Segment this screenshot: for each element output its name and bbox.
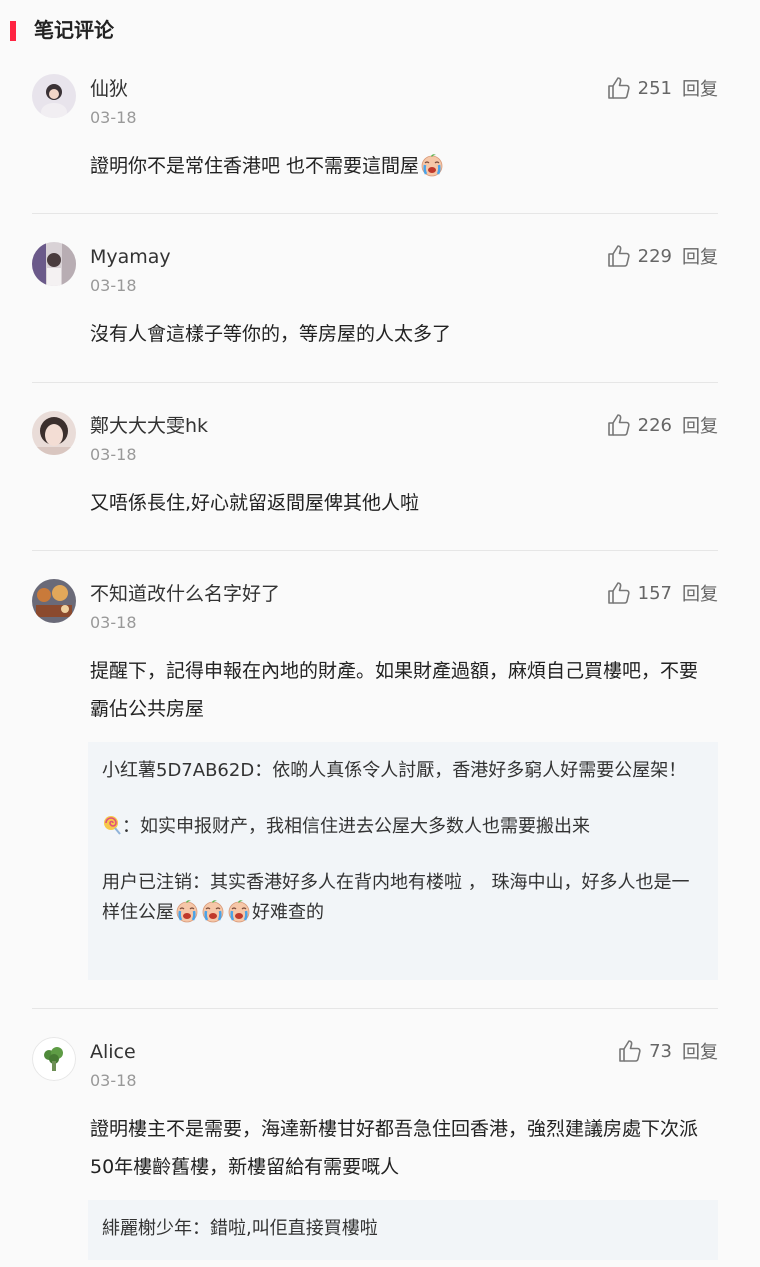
comment-date: 03-18 [90,445,137,464]
divider [32,1008,718,1009]
username[interactable]: Alice [90,1039,136,1065]
divider [32,382,718,383]
comment-item: 鄭大大大雯hk 03-18 226 回复 又唔係長住,好心就留返間屋俾其他人啦 [32,411,718,531]
like-icon[interactable] [606,580,632,606]
comment-text: 提醒下，記得申報在內地的財產。如果財產過額，麻煩自己買樓吧，不要霸佔公共房屋 [90,660,699,720]
reply-button[interactable]: 回复 [682,412,718,438]
comment-text: 又唔係長住,好心就留返間屋俾其他人啦 [90,492,420,514]
reply-separator: ： [254,760,273,781]
username[interactable]: 仙狄 [90,76,128,102]
reply-button[interactable]: 回复 [682,243,718,269]
username[interactable]: 鄭大大大雯hk [90,413,208,439]
replies-box: 小红薯5D7AB62D：依啲人真係令人討厭，香港好多窮人好需要公屋架！ ：如实申… [88,742,718,980]
comment-text: 沒有人會這樣子等你的，等房屋的人太多了 [90,323,452,345]
comment-date: 03-18 [90,613,137,632]
comment-text: 證明樓主不是需要，海達新樓甘好都吾急住回香港，強烈建議房處下次派50年樓齡舊樓，… [90,1118,699,1178]
comment-actions: 229 回复 [606,242,718,270]
crying-emoji-icon [227,899,251,923]
crying-emoji-icon [420,153,444,177]
username[interactable]: 不知道改什么名字好了 [90,581,280,607]
comment-item: Myamay 03-18 229 回复 沒有人會這樣子等你的，等房屋的人太多了 [32,242,718,362]
like-count: 226 [637,414,672,436]
reply-separator: ： [192,1218,210,1239]
comment-item: 仙狄 03-18 251 回复 證明你不是常住香港吧 也不需要這間屋 [32,74,718,194]
divider [32,550,718,551]
comment-actions: 73 回复 [617,1037,718,1065]
like-icon[interactable] [606,412,632,438]
reply-button[interactable]: 回复 [682,1038,718,1064]
reply-separator: ： [192,872,210,893]
reply-text: 如实申报财产，我相信住进去公屋大多数人也需要搬出来 [140,816,590,837]
divider [32,213,718,214]
reply-text-after: 好难查的 [252,902,324,923]
reply-item[interactable]: 小红薯5D7AB62D：依啲人真係令人討厭，香港好多窮人好需要公屋架！ [102,756,704,786]
reply-author[interactable]: 緋麗榭少年 [102,1218,192,1239]
lollipop-icon [104,816,121,835]
like-icon[interactable] [606,75,632,101]
comment-actions: 157 回复 [606,579,718,607]
like-count: 73 [649,1040,672,1062]
reply-author[interactable]: 小红薯5D7AB62D [102,760,254,781]
reply-separator: ： [122,816,140,837]
avatar[interactable] [32,579,76,623]
reply-text: 錯啦,叫佢直接買樓啦 [210,1218,378,1239]
avatar[interactable] [32,411,76,455]
like-icon[interactable] [617,1038,643,1064]
section-header: 笔记评论 [0,0,760,62]
avatar[interactable] [32,74,76,118]
section-title: 笔记评论 [34,18,114,42]
reply-author[interactable]: 用户已注销 [102,872,192,893]
comment-date: 03-18 [90,276,137,295]
like-count: 229 [637,245,672,267]
reply-button[interactable]: 回复 [682,580,718,606]
comment-text-content: 證明你不是常住香港吧 也不需要這間屋 [90,155,420,177]
reply-item[interactable]: 用户已注销：其实香港好多人在背内地有楼啦 ， 珠海中山，好多人也是一样住公屋 好难… [102,868,704,928]
username[interactable]: Myamay [90,244,171,270]
like-icon[interactable] [606,243,632,269]
avatar[interactable] [32,1037,76,1081]
crying-emoji-icon [201,899,225,923]
accent-bar [10,21,16,41]
like-count: 251 [637,77,672,99]
comment-actions: 226 回复 [606,411,718,439]
comment-date: 03-18 [90,108,137,127]
reply-item[interactable]: ：如实申报财产，我相信住进去公屋大多数人也需要搬出来 [102,812,704,842]
reply-button[interactable]: 回复 [682,75,718,101]
like-count: 157 [637,582,672,604]
comment-actions: 251 回复 [606,74,718,102]
reply-text: 依啲人真係令人討厭，香港好多窮人好需要公屋架！ [272,760,687,781]
reply-item[interactable]: 緋麗榭少年：錯啦,叫佢直接買樓啦 [102,1214,704,1244]
replies-box: 緋麗榭少年：錯啦,叫佢直接買樓啦 [88,1200,718,1260]
comment-text: 證明你不是常住香港吧 也不需要這間屋 [90,147,716,185]
comment-date: 03-18 [90,1071,137,1090]
crying-emoji-icon [175,899,199,923]
avatar[interactable] [32,242,76,286]
